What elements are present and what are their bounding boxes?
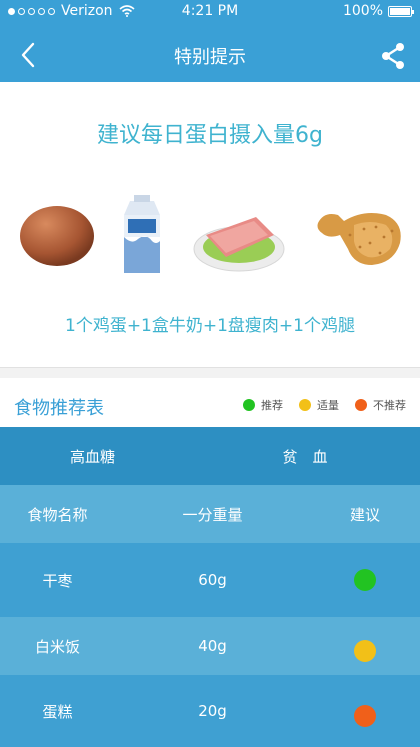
advice-badge [310, 617, 420, 675]
advice-badge [310, 675, 420, 747]
legend-label: 推荐 [261, 399, 283, 412]
food-weight: 60g [198, 571, 227, 589]
battery-percent: 100% [342, 3, 383, 19]
food-illustrations [0, 195, 420, 285]
legend: 推荐 适量 不推荐 [243, 397, 406, 413]
legend-recommended: 推荐 [243, 397, 283, 413]
orange-dot-icon [354, 705, 376, 727]
share-icon [382, 43, 404, 69]
header-weight: 一分重量 [182, 505, 243, 524]
app-header: Verizon 4:21 PM 100% 特别提示 [0, 0, 420, 82]
food-recommendation-table: 高血糖 贫 血 食物名称 一分重量 建议 干枣 60g 白米饭 40g 蛋糕 2… [0, 427, 420, 747]
table-row[interactable]: 白米饭 40g [0, 617, 420, 675]
yellow-dot-icon [354, 640, 376, 662]
page-title: 特别提示 [174, 47, 246, 68]
table-row[interactable]: 干枣 60g [0, 543, 420, 617]
legend-not-recommended: 不推荐 [355, 397, 406, 413]
milk-carton-icon [124, 195, 160, 273]
table-row[interactable]: 蛋糕 20g [0, 675, 420, 747]
section-title: 食物推荐表 [14, 398, 104, 419]
table-header: 食物名称 一分重量 建议 [0, 485, 420, 543]
share-button[interactable] [378, 40, 408, 72]
header-advice: 建议 [349, 505, 380, 524]
battery-icon [388, 5, 414, 17]
food-name: 白米饭 [34, 637, 80, 656]
tab-anemia[interactable]: 贫 血 [200, 427, 410, 485]
legend-moderate: 适量 [299, 397, 339, 413]
yellow-dot-icon [299, 399, 311, 411]
advice-badge [310, 543, 420, 617]
nav-bar: 特别提示 [0, 30, 420, 80]
green-dot-icon [243, 399, 255, 411]
food-name: 干枣 [42, 571, 73, 590]
tab-high-blood-sugar[interactable]: 高血糖 [0, 427, 185, 485]
section-divider [0, 367, 420, 378]
legend-label: 不推荐 [373, 399, 406, 412]
header-food-name: 食物名称 [27, 505, 88, 524]
status-bar: Verizon 4:21 PM 100% [0, 0, 420, 24]
lean-meat-plate-icon [193, 217, 285, 272]
food-name: 蛋糕 [42, 702, 73, 721]
egg-icon [20, 206, 94, 266]
green-dot-icon [354, 569, 376, 591]
chicken-leg-icon [317, 213, 401, 265]
protein-intake-title: 建议每日蛋白摄入量6g [97, 123, 323, 148]
food-weight: 20g [198, 702, 227, 720]
food-combination-text: 1个鸡蛋+1盒牛奶+1盘瘦肉+1个鸡腿 [65, 316, 355, 336]
legend-label: 适量 [317, 399, 339, 412]
food-weight: 40g [198, 637, 227, 655]
category-tabs: 高血糖 贫 血 [0, 427, 420, 485]
orange-dot-icon [355, 399, 367, 411]
